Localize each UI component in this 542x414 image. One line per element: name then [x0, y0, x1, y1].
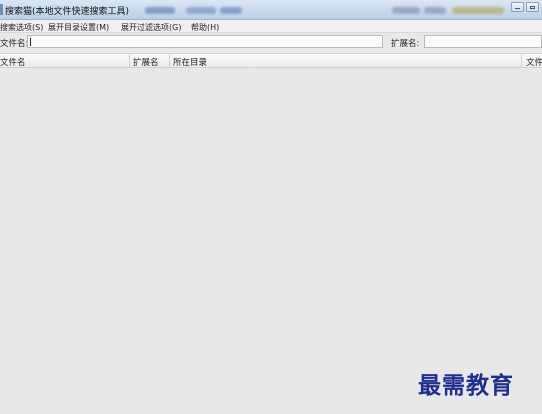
- column-header-file[interactable]: 文件: [522, 54, 542, 68]
- blurred-title-area: [452, 7, 504, 14]
- column-header-label: 所在目录: [173, 58, 208, 68]
- column-header-filename[interactable]: 文件名: [0, 54, 130, 68]
- extension-input[interactable]: [424, 35, 542, 48]
- filename-input[interactable]: [27, 35, 383, 48]
- results-list[interactable]: [0, 68, 542, 414]
- minimize-icon: [515, 8, 520, 9]
- results-table-header: 文件名 扩展名 所在目录 文件: [0, 53, 542, 68]
- text-caret: [30, 38, 31, 46]
- blurred-title-area: [186, 7, 216, 14]
- search-bar: 文件名: 扩展名:: [0, 33, 542, 52]
- watermark-logo: 最需教育: [418, 372, 514, 399]
- menu-item-filter-options[interactable]: 展开过滤选项(G): [121, 22, 181, 33]
- column-header-label: 扩展名: [133, 58, 159, 68]
- window-title: 搜索猫(本地文件快速搜索工具): [5, 7, 130, 17]
- menu-item-search-options[interactable]: 搜索选项(S): [0, 22, 43, 33]
- column-header-extension[interactable]: 扩展名: [130, 54, 170, 68]
- blurred-title-area: [220, 7, 242, 14]
- maximize-button[interactable]: [526, 2, 539, 12]
- column-header-label: 文件: [526, 58, 542, 68]
- extension-label: 扩展名:: [391, 39, 420, 49]
- menu-item-help[interactable]: 帮助(H): [191, 22, 219, 33]
- filename-label: 文件名:: [0, 39, 29, 49]
- blurred-title-area: [392, 7, 420, 14]
- window-titlebar[interactable]: 搜索猫(本地文件快速搜索工具): [0, 0, 542, 20]
- blurred-title-area: [145, 7, 175, 14]
- maximize-icon: [530, 6, 535, 9]
- minimize-button[interactable]: [511, 2, 524, 12]
- menu-item-directory-settings[interactable]: 展开目录设置(M): [48, 22, 109, 33]
- menu-bar: 搜索选项(S) 展开目录设置(M) 展开过滤选项(G) 帮助(H): [0, 20, 542, 33]
- blurred-title-area: [424, 7, 446, 14]
- column-header-directory[interactable]: 所在目录: [170, 54, 522, 68]
- column-header-label: 文件名: [0, 58, 26, 68]
- app-icon: [0, 4, 3, 15]
